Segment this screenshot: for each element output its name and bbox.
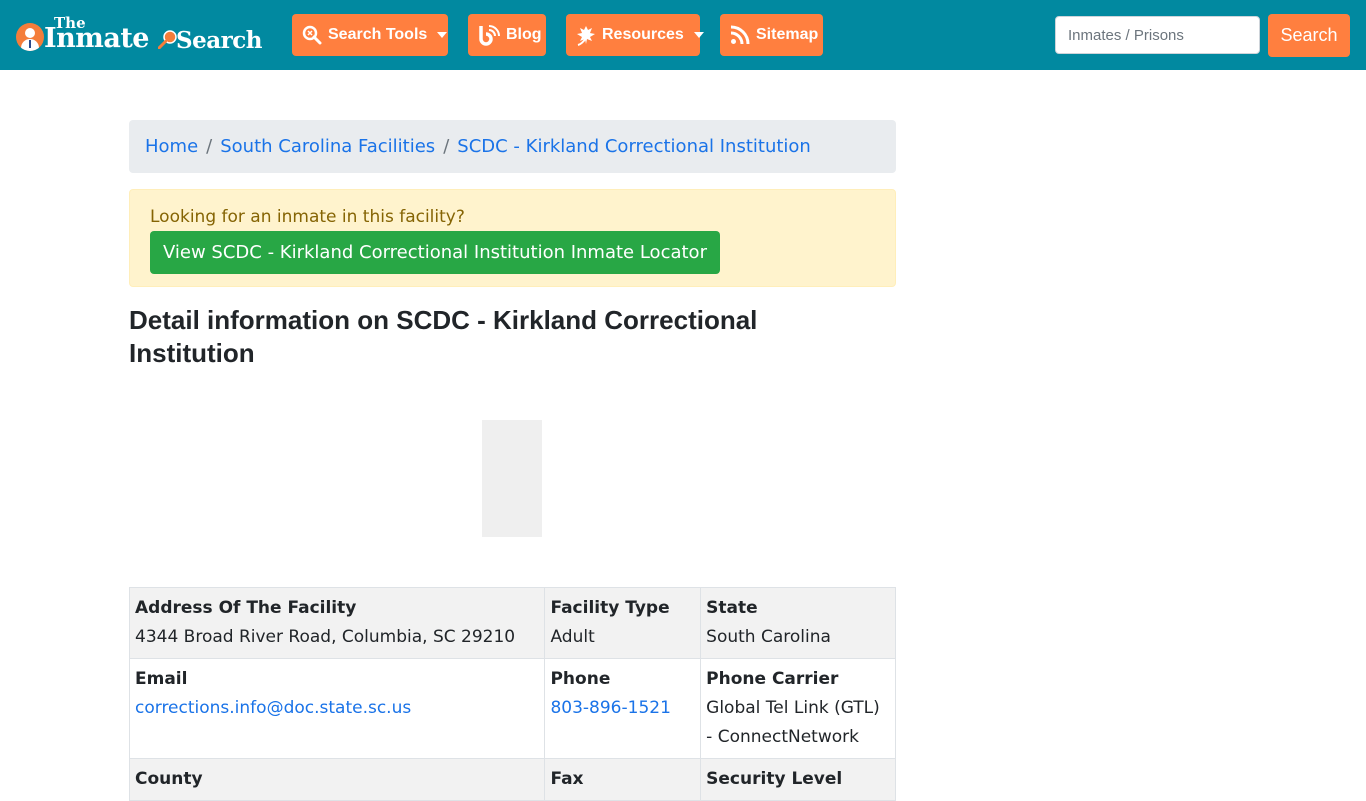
- nav-resources-button[interactable]: Resources: [566, 14, 704, 56]
- breadcrumb-facility-link[interactable]: SCDC - Kirkland Correctional Institution: [457, 136, 811, 157]
- cell-label: Security Level: [706, 769, 843, 789]
- nav-blog-label: Blog: [506, 26, 542, 43]
- facility-type-cell: Facility Type Adult: [544, 587, 702, 659]
- facility-details-table: Address Of The Facility 4344 Broad River…: [128, 587, 896, 801]
- security-level-cell: Security Level: [700, 758, 896, 801]
- nav-sitemap-button[interactable]: Sitemap: [720, 14, 823, 56]
- search-button[interactable]: Search: [1268, 14, 1350, 57]
- nav-resources-label: Resources: [602, 26, 684, 43]
- cell-label: County: [135, 769, 203, 789]
- nav-sitemap-label: Sitemap: [756, 26, 819, 43]
- phone-carrier-value: Global Tel Link (GTL) - ConnectNetwork: [706, 698, 880, 747]
- magnifier-icon: [158, 30, 177, 49]
- breadcrumb: Home / South Carolina Facilities / SCDC …: [129, 120, 896, 173]
- facility-type-value: Adult: [550, 627, 595, 647]
- nav-search-tools-label: Search Tools: [328, 26, 428, 43]
- phone-link[interactable]: 803-896-1521: [550, 694, 695, 723]
- chevron-down-icon: [437, 32, 448, 38]
- breadcrumb-state-link[interactable]: South Carolina Facilities: [220, 136, 435, 157]
- table-row: Email corrections.info@doc.state.sc.us P…: [128, 658, 896, 759]
- cell-label: Email: [135, 669, 188, 689]
- chevron-down-icon: [693, 32, 704, 38]
- phone-cell: Phone 803-896-1521: [544, 658, 702, 759]
- ad-placeholder: [482, 420, 542, 537]
- phone-carrier-cell: Phone Carrier Global Tel Link (GTL) - Co…: [700, 658, 896, 759]
- address-value: 4344 Broad River Road, Columbia, SC 2921…: [135, 627, 516, 647]
- email-link[interactable]: corrections.info@doc.state.sc.us: [135, 694, 539, 723]
- breadcrumb-separator: /: [443, 136, 450, 157]
- logo-text-search: Search: [176, 27, 263, 54]
- site-logo[interactable]: The Inmate Search: [16, 15, 266, 55]
- email-cell: Email corrections.info@doc.state.sc.us: [128, 658, 546, 759]
- search-tools-icon: [302, 25, 322, 45]
- logo-text-inmate: Inmate: [44, 23, 149, 54]
- table-row: Address Of The Facility 4344 Broad River…: [128, 587, 896, 659]
- nav-blog-button[interactable]: Blog: [468, 14, 546, 56]
- table-row: County Fax Security Level: [128, 758, 896, 801]
- alert-text: Looking for an inmate in this facility?: [150, 207, 465, 227]
- county-cell: County: [128, 758, 546, 801]
- state-cell: State South Carolina: [700, 587, 896, 659]
- rss-icon: [730, 25, 750, 45]
- fax-cell: Fax: [544, 758, 702, 801]
- address-cell: Address Of The Facility 4344 Broad River…: [128, 587, 546, 659]
- top-navbar: The Inmate Search Search Tools Blog Reso…: [0, 0, 1366, 70]
- inmate-locator-alert: Looking for an inmate in this facility? …: [129, 189, 896, 287]
- breadcrumb-separator: /: [206, 136, 213, 157]
- cell-label: State: [706, 598, 758, 618]
- cell-label: Fax: [550, 769, 584, 789]
- inmate-locator-button[interactable]: View SCDC - Kirkland Correctional Instit…: [150, 231, 720, 274]
- cell-label: Phone Carrier: [706, 669, 839, 689]
- search-input[interactable]: [1055, 16, 1260, 54]
- cell-label: Address Of The Facility: [135, 598, 357, 618]
- cell-label: Phone: [550, 669, 611, 689]
- nav-search-tools-button[interactable]: Search Tools: [292, 14, 448, 56]
- page-title: Detail information on SCDC - Kirkland Co…: [129, 305, 758, 368]
- blog-icon: [479, 25, 500, 46]
- leaf-icon: [577, 26, 595, 46]
- inmate-avatar-icon: [16, 23, 44, 51]
- cell-label: Facility Type: [550, 598, 670, 618]
- state-value: South Carolina: [706, 627, 831, 647]
- breadcrumb-home-link[interactable]: Home: [145, 136, 198, 157]
